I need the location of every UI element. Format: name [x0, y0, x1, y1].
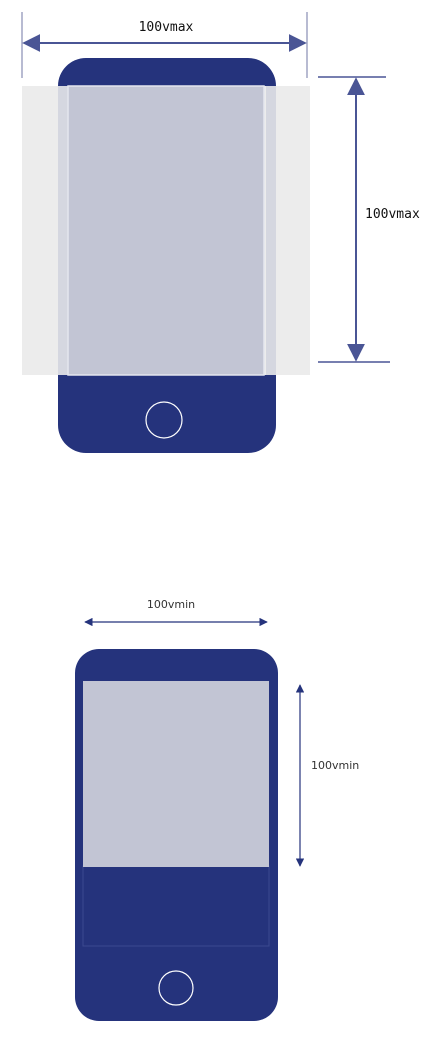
phone-side-left-vmax	[58, 86, 68, 375]
vmax-vmin-diagram: 100vmax 100vmax 100vmin 100vmin	[21, 12, 420, 1021]
height-label-vmax: 100vmax	[365, 207, 420, 222]
vmin-diagram: 100vmin 100vmin	[75, 598, 359, 1021]
width-label-vmax: 100vmax	[139, 20, 194, 35]
screen-vmin	[83, 681, 269, 867]
phone-side-right-vmax	[266, 86, 276, 375]
vmax-diagram: 100vmax 100vmax	[21, 12, 420, 453]
screen-vmax	[67, 85, 265, 376]
height-label-vmin: 100vmin	[311, 759, 359, 772]
width-label-vmin: 100vmin	[147, 598, 195, 611]
